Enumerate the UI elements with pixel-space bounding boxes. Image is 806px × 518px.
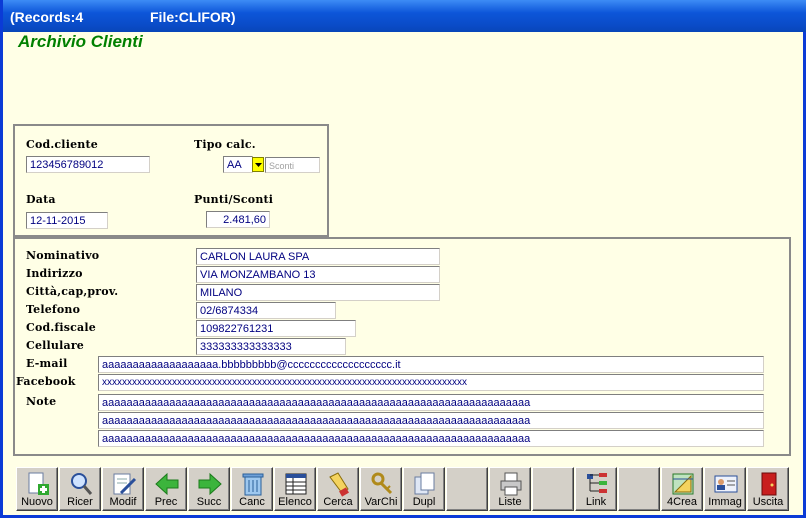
empty-button-2[interactable]: [532, 467, 574, 511]
facebook-label: Facebook: [16, 375, 76, 388]
data-label: Data: [26, 193, 56, 206]
telefono-field[interactable]: 02/6874334: [196, 302, 336, 319]
file-name: File:CLIFOR): [150, 9, 236, 25]
records-count: (Records:4: [10, 9, 84, 25]
prec-button[interactable]: Prec: [145, 467, 187, 511]
cellulare-field[interactable]: 333333333333333: [196, 338, 346, 355]
punti-sconti-label: Punti/Sconti: [194, 193, 274, 206]
note-line-1[interactable]: aaaaaaaaaaaaaaaaaaaaaaaaaaaaaaaaaaaaaaaa…: [98, 394, 764, 411]
note-label: Note: [26, 395, 57, 408]
table-list-icon: [285, 473, 307, 495]
indirizzo-label: Indirizzo: [26, 267, 83, 280]
nuovo-button[interactable]: Nuovo: [16, 467, 58, 511]
arrow-right-icon: [198, 472, 222, 496]
succ-label: Succ: [196, 496, 222, 508]
link-button[interactable]: Link: [575, 467, 617, 511]
chevron-down-icon: [255, 163, 262, 167]
cod-cliente-field[interactable]: 123456789012: [26, 156, 150, 173]
succ-button[interactable]: Succ: [188, 467, 230, 511]
canc-button[interactable]: Canc: [231, 467, 273, 511]
arrow-left-icon: [155, 472, 179, 496]
cod-fiscale-field[interactable]: 109822761231: [196, 320, 356, 337]
empty-button-1[interactable]: [446, 467, 488, 511]
modif-label: Modif: [109, 496, 137, 508]
nominativo-label: Nominativo: [26, 249, 100, 262]
edit-document-icon: [113, 473, 137, 495]
email-field[interactable]: aaaaaaaaaaaaaaaaaaa.bbbbbbbbb@cccccccccc…: [98, 356, 764, 373]
keys-icon: [371, 472, 393, 495]
immag-button[interactable]: Immag: [704, 467, 746, 511]
liste-button[interactable]: Liste: [489, 467, 531, 511]
app-window: (Records:4 File:CLIFOR) Archivio Clienti…: [0, 0, 806, 518]
title-bar: (Records:4 File:CLIFOR): [3, 0, 806, 32]
cerca-label: Cerca: [323, 496, 353, 508]
punti-sconti-field[interactable]: 2.481,60: [206, 211, 270, 228]
new-document-icon: [28, 472, 49, 495]
empty-button-3[interactable]: [618, 467, 660, 511]
nominativo-field[interactable]: CARLON LAURA SPA: [196, 248, 440, 265]
flashlight-icon: [329, 472, 349, 497]
ricer-label: Ricer: [67, 496, 93, 508]
cod-cliente-label: Cod.cliente: [26, 138, 98, 151]
toolbar: Nuovo Ricer Modif Prec Succ Canc Elenco …: [16, 465, 792, 513]
data-field[interactable]: 12-11-2015: [26, 212, 108, 229]
email-label: E-mail: [26, 357, 68, 370]
prec-label: Prec: [154, 496, 178, 508]
trash-icon: [242, 473, 264, 496]
crea4-label: 4Crea: [667, 496, 697, 508]
citta-label: Città,cap,prov.: [26, 285, 119, 298]
exit-door-icon: [761, 472, 777, 496]
tipo-calc-field[interactable]: AA: [223, 156, 253, 173]
elenco-button[interactable]: Elenco: [274, 467, 316, 511]
telefono-label: Telefono: [26, 303, 81, 316]
elenco-label: Elenco: [278, 496, 312, 508]
crea4-button[interactable]: 4Crea: [661, 467, 703, 511]
facebook-field[interactable]: xxxxxxxxxxxxxxxxxxxxxxxxxxxxxxxxxxxxxxxx…: [98, 374, 764, 391]
dupl-label: Dupl: [412, 496, 436, 508]
page-title: Archivio Clienti: [18, 32, 143, 51]
ricer-button[interactable]: Ricer: [59, 467, 101, 511]
dupl-button[interactable]: Dupl: [403, 467, 445, 511]
id-card-icon: [714, 475, 738, 493]
uscita-button[interactable]: Uscita: [747, 467, 789, 511]
indirizzo-field[interactable]: VIA MONZAMBANO 13: [196, 266, 440, 283]
duplicate-icon: [414, 472, 435, 495]
uscita-label: Uscita: [752, 496, 784, 508]
varchi-label: VarChi: [364, 496, 398, 508]
link-label: Link: [585, 496, 607, 508]
note-line-3[interactable]: aaaaaaaaaaaaaaaaaaaaaaaaaaaaaaaaaaaaaaaa…: [98, 430, 764, 447]
sconti-field[interactable]: Sconti: [265, 157, 320, 173]
tipo-calc-dropdown-button[interactable]: [252, 157, 264, 172]
tree-link-icon: [587, 473, 607, 493]
citta-field[interactable]: MILANO: [196, 284, 440, 301]
cerca-button[interactable]: Cerca: [317, 467, 359, 511]
tipo-calc-label: Tipo calc.: [194, 138, 256, 151]
nuovo-label: Nuovo: [21, 496, 53, 508]
modif-button[interactable]: Modif: [102, 467, 144, 511]
varchi-button[interactable]: VarChi: [360, 467, 402, 511]
canc-label: Canc: [239, 496, 265, 508]
cod-fiscale-label: Cod.fiscale: [26, 321, 96, 334]
note-line-2[interactable]: aaaaaaaaaaaaaaaaaaaaaaaaaaaaaaaaaaaaaaaa…: [98, 412, 764, 429]
ruler-design-icon: [672, 473, 694, 495]
magnifier-icon: [71, 473, 93, 495]
immag-label: Immag: [708, 496, 742, 508]
printer-icon: [500, 472, 522, 496]
cellulare-label: Cellulare: [26, 339, 85, 352]
liste-label: Liste: [498, 496, 522, 508]
